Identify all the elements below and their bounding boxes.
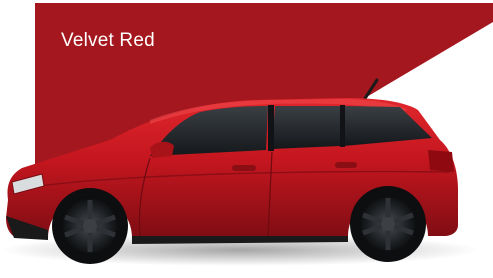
- rear-door-window: [272, 106, 340, 149]
- rear-door-handle: [335, 162, 357, 168]
- front-wheel: [52, 188, 128, 264]
- rear-wheel: [350, 186, 426, 262]
- c-pillar: [340, 105, 345, 147]
- tail-light: [428, 150, 454, 172]
- car-image: [0, 78, 480, 266]
- b-pillar: [268, 105, 274, 151]
- color-swatch-card: Velvet Red: [0, 0, 493, 278]
- front-door-handle: [232, 165, 256, 171]
- antenna: [362, 78, 379, 102]
